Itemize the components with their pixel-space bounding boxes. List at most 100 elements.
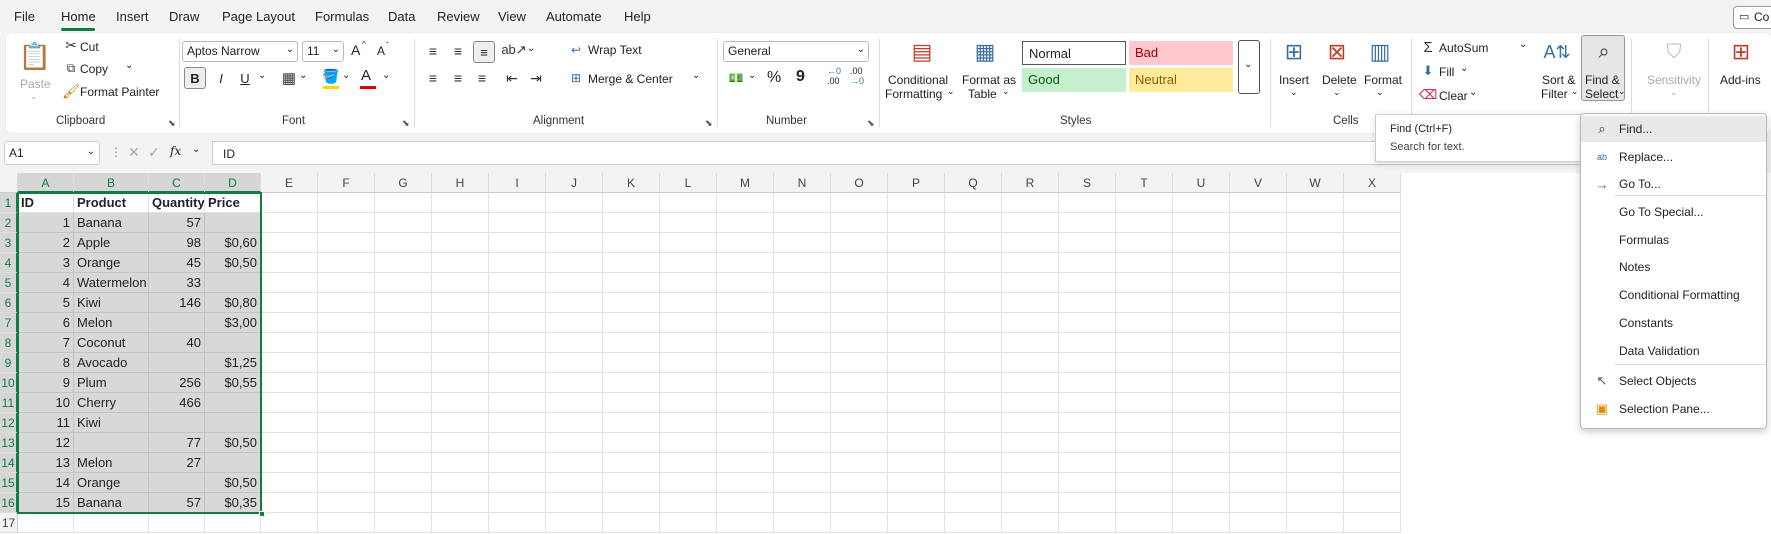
column-header-b[interactable]: B: [74, 173, 149, 193]
underline-chevron-icon[interactable]: ⌄: [258, 70, 266, 81]
cell-t2[interactable]: [1116, 213, 1173, 233]
cell-l3[interactable]: [660, 233, 717, 253]
cell-i16[interactable]: [489, 493, 546, 513]
column-header-d[interactable]: D: [205, 173, 261, 193]
cell-s11[interactable]: [1059, 393, 1116, 413]
cell-t16[interactable]: [1116, 493, 1173, 513]
cell-g5[interactable]: [375, 273, 432, 293]
row-header-15[interactable]: 15: [0, 473, 18, 493]
cell-s9[interactable]: [1059, 353, 1116, 373]
cell-t5[interactable]: [1116, 273, 1173, 293]
cell-v13[interactable]: [1230, 433, 1287, 453]
cell-j6[interactable]: [546, 293, 603, 313]
column-header-q[interactable]: Q: [945, 173, 1002, 193]
cell-k15[interactable]: [603, 473, 660, 493]
cell-k3[interactable]: [603, 233, 660, 253]
cell-o11[interactable]: [831, 393, 888, 413]
cell-k2[interactable]: [603, 213, 660, 233]
cell-q5[interactable]: [945, 273, 1002, 293]
cell-v5[interactable]: [1230, 273, 1287, 293]
cell-h16[interactable]: [432, 493, 489, 513]
cell-c12[interactable]: [149, 413, 205, 433]
cell-v2[interactable]: [1230, 213, 1287, 233]
cell-k14[interactable]: [603, 453, 660, 473]
cell-g15[interactable]: [375, 473, 432, 493]
cell-q16[interactable]: [945, 493, 1002, 513]
cell-r10[interactable]: [1002, 373, 1059, 393]
eraser-icon[interactable]: ⌫: [1419, 87, 1437, 103]
cell-n15[interactable]: [774, 473, 831, 493]
cell-l15[interactable]: [660, 473, 717, 493]
menu-item-replace[interactable]: ab Replace...: [1581, 144, 1766, 170]
insert-function-button[interactable]: fx: [170, 144, 181, 158]
cell-g7[interactable]: [375, 313, 432, 333]
cell-v7[interactable]: [1230, 313, 1287, 333]
cell-p14[interactable]: [888, 453, 945, 473]
row-header-6[interactable]: 6: [0, 293, 18, 313]
cell-b8[interactable]: Coconut: [74, 333, 149, 353]
delete-button[interactable]: Delete: [1322, 73, 1357, 87]
cell-c4[interactable]: 45: [149, 253, 205, 273]
cell-q1[interactable]: [945, 193, 1002, 213]
increase-decimal-button[interactable]: .00: [827, 76, 840, 86]
cell-p17[interactable]: [888, 513, 945, 533]
cell-r12[interactable]: [1002, 413, 1059, 433]
cell-d6[interactable]: $0,80: [205, 293, 261, 313]
cell-w12[interactable]: [1287, 413, 1344, 433]
cell-q7[interactable]: [945, 313, 1002, 333]
cell-j8[interactable]: [546, 333, 603, 353]
cell-v16[interactable]: [1230, 493, 1287, 513]
cell-i8[interactable]: [489, 333, 546, 353]
cell-m12[interactable]: [717, 413, 774, 433]
more-options-icon[interactable]: ⋮: [110, 145, 122, 159]
delete-chevron-icon[interactable]: ⌄: [1333, 87, 1341, 98]
orientation-chevron-icon[interactable]: ⌄: [527, 43, 535, 54]
column-header-t[interactable]: T: [1116, 173, 1173, 193]
copilot-button[interactable]: ▭ Co: [1733, 6, 1771, 29]
cell-b4[interactable]: Orange: [74, 253, 149, 273]
cell-v6[interactable]: [1230, 293, 1287, 313]
cell-x1[interactable]: [1344, 193, 1401, 213]
cell-i13[interactable]: [489, 433, 546, 453]
cell-x2[interactable]: [1344, 213, 1401, 233]
cell-q3[interactable]: [945, 233, 1002, 253]
column-header-i[interactable]: I: [489, 173, 546, 193]
cell-k17[interactable]: [603, 513, 660, 533]
decrease-decimal-button[interactable]: .00: [850, 66, 863, 76]
cell-a15[interactable]: 14: [18, 473, 74, 493]
wrap-text-button[interactable]: Wrap Text: [588, 43, 642, 57]
menu-formulas[interactable]: Formulas: [315, 9, 369, 24]
cell-t12[interactable]: [1116, 413, 1173, 433]
column-header-w[interactable]: W: [1287, 173, 1344, 193]
cell-k5[interactable]: [603, 273, 660, 293]
cell-g8[interactable]: [375, 333, 432, 353]
cell-l13[interactable]: [660, 433, 717, 453]
cell-u10[interactable]: [1173, 373, 1230, 393]
cell-j13[interactable]: [546, 433, 603, 453]
cell-f1[interactable]: [318, 193, 375, 213]
cell-q4[interactable]: [945, 253, 1002, 273]
cell-c2[interactable]: 57: [149, 213, 205, 233]
cell-p5[interactable]: [888, 273, 945, 293]
conditional-formatting-icon[interactable]: ▤: [906, 37, 938, 67]
cell-w1[interactable]: [1287, 193, 1344, 213]
cell-f14[interactable]: [318, 453, 375, 473]
row-header-13[interactable]: 13: [0, 433, 18, 453]
cell-i6[interactable]: [489, 293, 546, 313]
cell-d5[interactable]: [205, 273, 261, 293]
column-header-r[interactable]: R: [1002, 173, 1059, 193]
conditional-formatting-chevron-icon[interactable]: ⌄: [947, 86, 955, 97]
menu-data[interactable]: Data: [388, 9, 415, 24]
orientation-icon[interactable]: ab↗: [501, 41, 526, 59]
currency-chevron-icon[interactable]: ⌄: [748, 70, 756, 81]
cell-c10[interactable]: 256: [149, 373, 205, 393]
cell-v1[interactable]: [1230, 193, 1287, 213]
format-as-table-chevron-icon[interactable]: ⌄: [1002, 86, 1010, 97]
cell-o9[interactable]: [831, 353, 888, 373]
cell-d16[interactable]: $0,35: [205, 493, 261, 513]
font-size-select[interactable]: 11 ⌄: [302, 41, 344, 62]
cell-a2[interactable]: 1: [18, 213, 74, 233]
cell-l11[interactable]: [660, 393, 717, 413]
cell-e13[interactable]: [261, 433, 318, 453]
cell-b14[interactable]: Melon: [74, 453, 149, 473]
